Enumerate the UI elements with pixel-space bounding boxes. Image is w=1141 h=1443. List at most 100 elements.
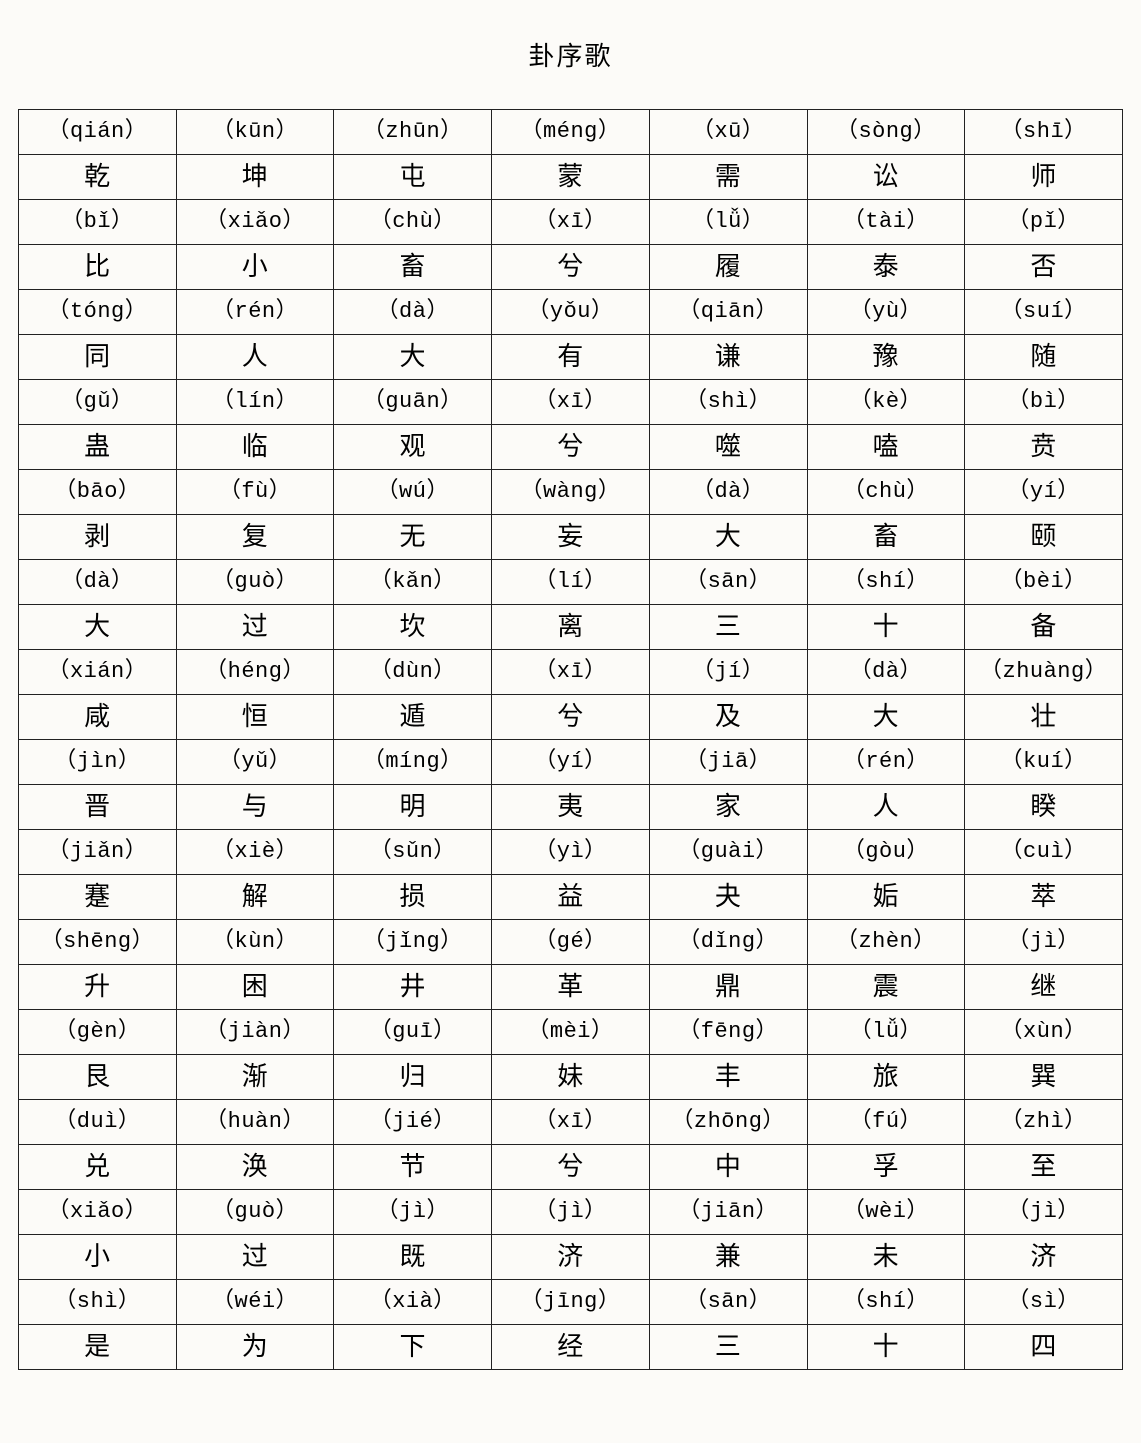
char-cell: 大: [649, 515, 807, 560]
pinyin-cell: （yù）: [807, 290, 965, 335]
char-cell: 人: [176, 335, 334, 380]
char-cell: 为: [176, 1325, 334, 1370]
char-cell: 畜: [807, 515, 965, 560]
char-cell: 艮: [19, 1055, 177, 1100]
table-row: （xiǎo）（guò）（jì）（jì）（jiān）（wèi）（jì）: [19, 1190, 1123, 1235]
char-cell: 颐: [965, 515, 1123, 560]
table-row: （shēng）（kùn）（jǐng）（gé）（dǐng）（zhèn）（jì）: [19, 920, 1123, 965]
char-cell: 人: [807, 785, 965, 830]
char-cell: 兮: [492, 425, 650, 470]
char-cell: 畜: [334, 245, 492, 290]
pinyin-cell: （gèn）: [19, 1010, 177, 1055]
table-row: （tóng）（rén）（dà）（yǒu）（qiān）（yù）（suí）: [19, 290, 1123, 335]
pinyin-cell: （xiè）: [176, 830, 334, 875]
char-cell: 同: [19, 335, 177, 380]
pinyin-cell: （xiǎo）: [176, 200, 334, 245]
char-cell: 大: [19, 605, 177, 650]
pinyin-cell: （sì）: [965, 1280, 1123, 1325]
char-cell: 观: [334, 425, 492, 470]
char-cell: 贲: [965, 425, 1123, 470]
pinyin-cell: （kùn）: [176, 920, 334, 965]
char-cell: 否: [965, 245, 1123, 290]
pinyin-cell: （sòng）: [807, 110, 965, 155]
pinyin-cell: （xī）: [492, 1100, 650, 1145]
pinyin-cell: （yí）: [965, 470, 1123, 515]
pinyin-cell: （zhuàng）: [965, 650, 1123, 695]
table-row: （gǔ）（lín）（guān）（xī）（shì）（kè）（bì）: [19, 380, 1123, 425]
char-cell: 妹: [492, 1055, 650, 1100]
char-cell: 噬: [649, 425, 807, 470]
char-cell: 既: [334, 1235, 492, 1280]
table-row: （qián）（kūn）（zhūn）（méng）（xū）（sòng）（shī）: [19, 110, 1123, 155]
char-cell: 晋: [19, 785, 177, 830]
char-cell: 下: [334, 1325, 492, 1370]
pinyin-cell: （xī）: [492, 650, 650, 695]
char-cell: 渐: [176, 1055, 334, 1100]
char-cell: 夷: [492, 785, 650, 830]
pinyin-cell: （xià）: [334, 1280, 492, 1325]
char-cell: 谦: [649, 335, 807, 380]
table-row: 升困井革鼎震继: [19, 965, 1123, 1010]
char-cell: 讼: [807, 155, 965, 200]
table-row: 蹇解损益夬姤萃: [19, 875, 1123, 920]
char-cell: 解: [176, 875, 334, 920]
char-cell: 与: [176, 785, 334, 830]
pinyin-cell: （jiǎn）: [19, 830, 177, 875]
pinyin-cell: （jǐng）: [334, 920, 492, 965]
pinyin-cell: （yǒu）: [492, 290, 650, 335]
pinyin-cell: （jì）: [965, 1190, 1123, 1235]
char-cell: 嗑: [807, 425, 965, 470]
char-cell: 鼎: [649, 965, 807, 1010]
char-cell: 益: [492, 875, 650, 920]
pinyin-cell: （xū）: [649, 110, 807, 155]
pinyin-cell: （yì）: [492, 830, 650, 875]
char-cell: 蛊: [19, 425, 177, 470]
char-cell: 继: [965, 965, 1123, 1010]
pinyin-cell: （lǚ）: [649, 200, 807, 245]
char-cell: 济: [965, 1235, 1123, 1280]
pinyin-cell: （rén）: [807, 740, 965, 785]
pinyin-cell: （qián）: [19, 110, 177, 155]
char-cell: 无: [334, 515, 492, 560]
char-cell: 离: [492, 605, 650, 650]
pinyin-cell: （méng）: [492, 110, 650, 155]
char-cell: 兮: [492, 1145, 650, 1190]
pinyin-cell: （jì）: [965, 920, 1123, 965]
pinyin-cell: （sān）: [649, 560, 807, 605]
table-row: 小过既济兼未济: [19, 1235, 1123, 1280]
pinyin-cell: （bǐ）: [19, 200, 177, 245]
char-cell: 妄: [492, 515, 650, 560]
char-cell: 家: [649, 785, 807, 830]
char-cell: 豫: [807, 335, 965, 380]
char-cell: 需: [649, 155, 807, 200]
pinyin-cell: （wéi）: [176, 1280, 334, 1325]
pinyin-cell: （qiān）: [649, 290, 807, 335]
table-row: （bāo）（fù）（wú）（wàng）（dà）（chù）（yí）: [19, 470, 1123, 515]
pinyin-cell: （dà）: [807, 650, 965, 695]
pinyin-cell: （tài）: [807, 200, 965, 245]
char-cell: 过: [176, 605, 334, 650]
char-cell: 师: [965, 155, 1123, 200]
pinyin-cell: （guài）: [649, 830, 807, 875]
pinyin-cell: （suí）: [965, 290, 1123, 335]
char-cell: 有: [492, 335, 650, 380]
pinyin-cell: （shí）: [807, 560, 965, 605]
char-cell: 三: [649, 605, 807, 650]
char-cell: 履: [649, 245, 807, 290]
pinyin-cell: （pǐ）: [965, 200, 1123, 245]
char-cell: 恒: [176, 695, 334, 740]
pinyin-cell: （wàng）: [492, 470, 650, 515]
pinyin-cell: （bāo）: [19, 470, 177, 515]
char-cell: 升: [19, 965, 177, 1010]
char-cell: 复: [176, 515, 334, 560]
table-row: 乾坤屯蒙需讼师: [19, 155, 1123, 200]
char-cell: 小: [176, 245, 334, 290]
table-row: （duì）（huàn）（jié）（xī）（zhōng）（fú）（zhì）: [19, 1100, 1123, 1145]
char-cell: 随: [965, 335, 1123, 380]
char-cell: 蹇: [19, 875, 177, 920]
char-cell: 及: [649, 695, 807, 740]
char-cell: 未: [807, 1235, 965, 1280]
table-row: （dà）（guò）（kǎn）（lí）（sān）（shí）（bèi）: [19, 560, 1123, 605]
table-row: 同人大有谦豫随: [19, 335, 1123, 380]
pinyin-cell: （jì）: [334, 1190, 492, 1235]
